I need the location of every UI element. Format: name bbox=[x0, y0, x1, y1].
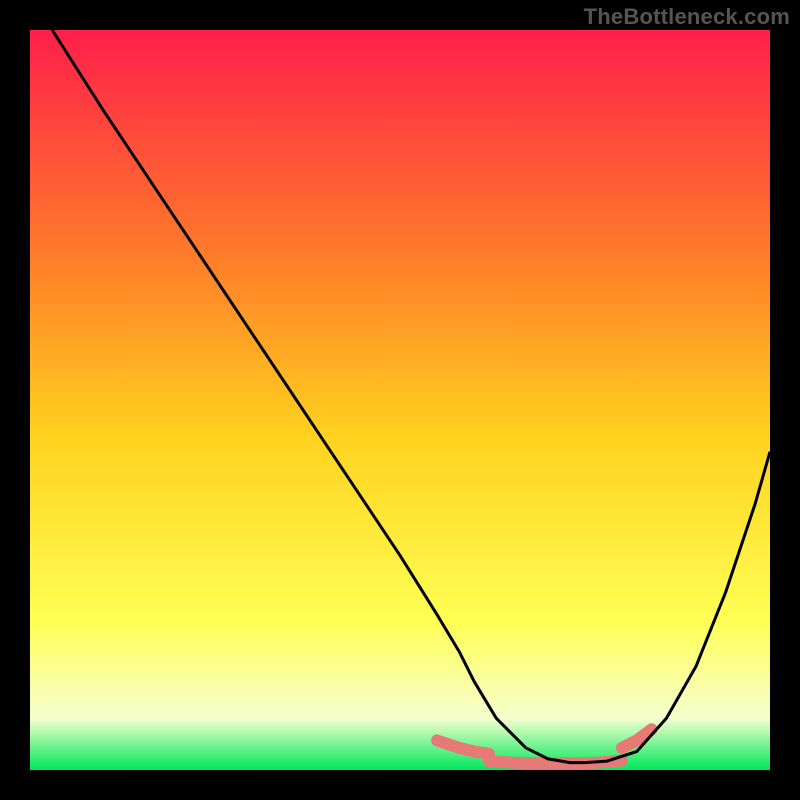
bottleneck-chart bbox=[30, 30, 770, 770]
gradient-background bbox=[30, 30, 770, 770]
watermark-text: TheBottleneck.com bbox=[584, 4, 790, 30]
chart-frame: TheBottleneck.com bbox=[0, 0, 800, 800]
plot-area bbox=[30, 30, 770, 770]
